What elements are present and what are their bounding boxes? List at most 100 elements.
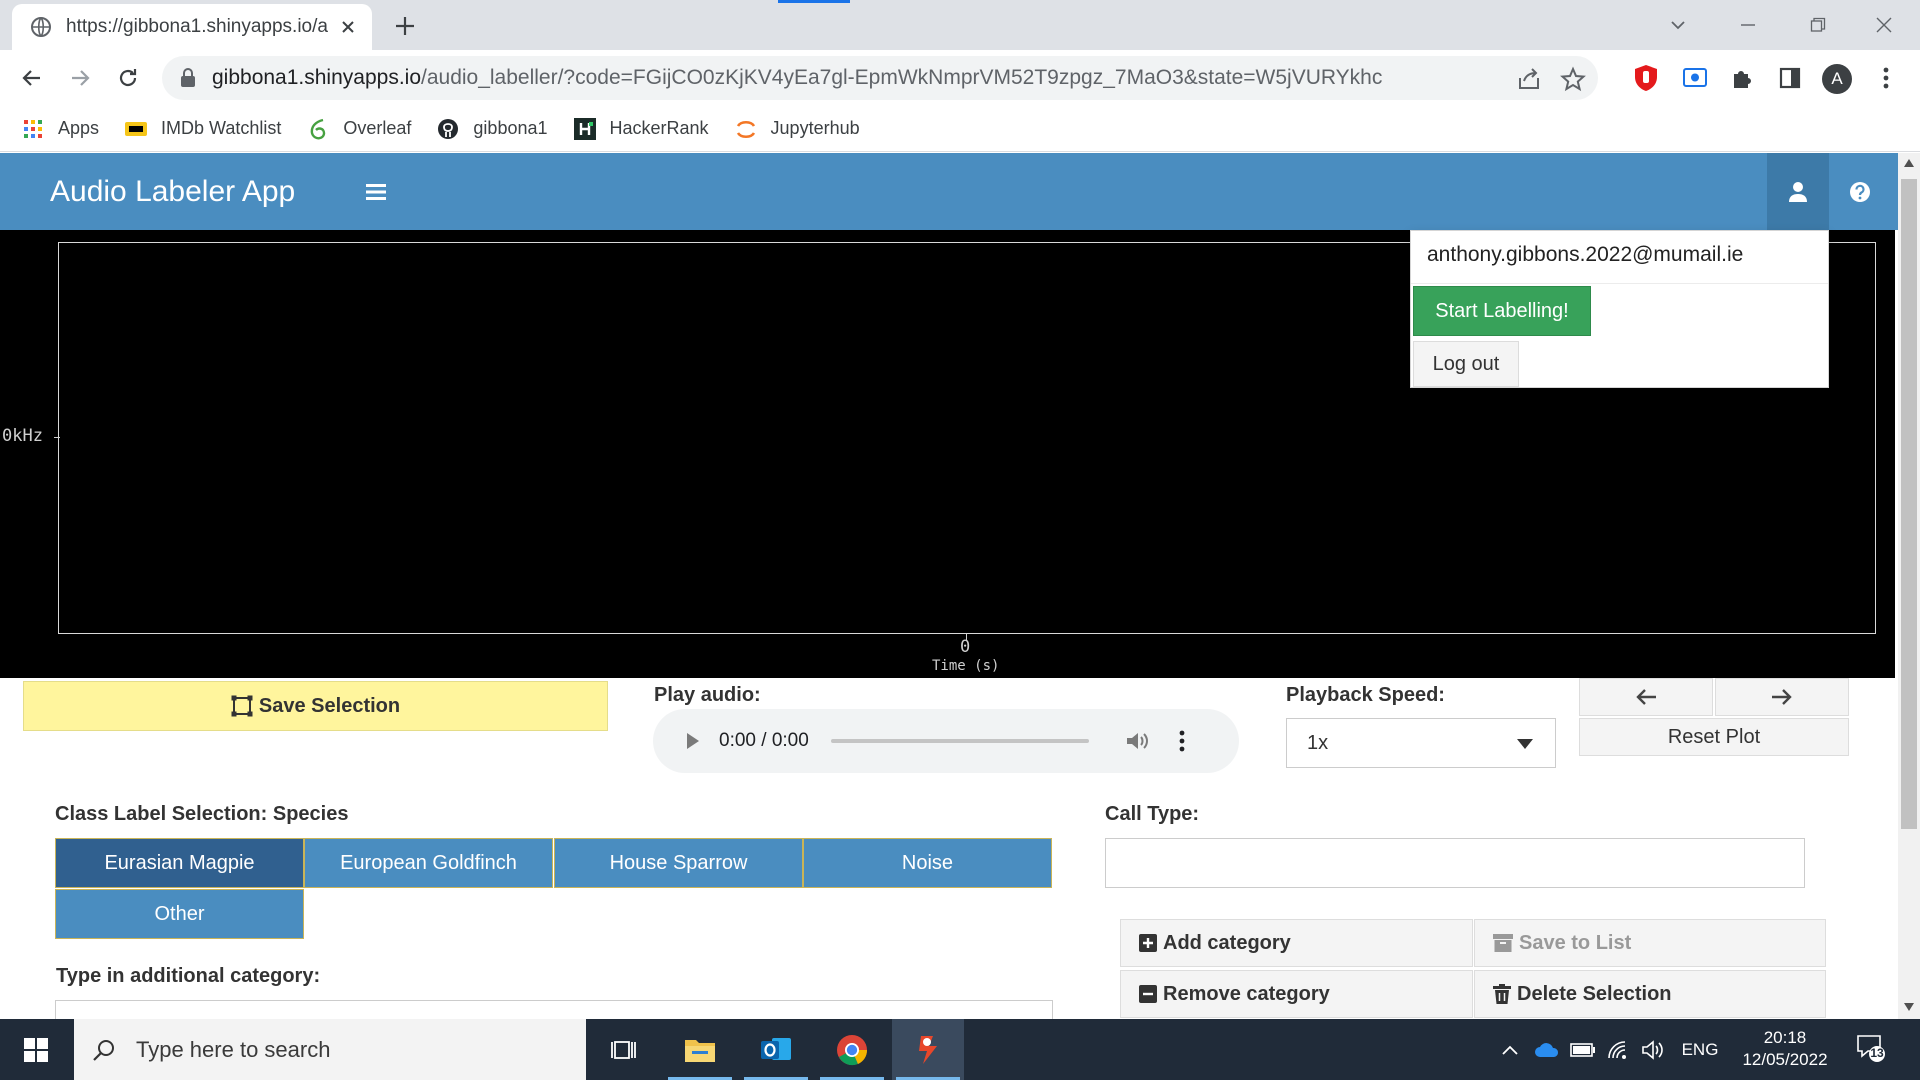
windows-start-icon[interactable]: [0, 1019, 72, 1080]
logout-button[interactable]: Log out: [1413, 341, 1519, 387]
audio-player: 0:00 / 0:00: [653, 709, 1239, 773]
plus-square-icon: [1139, 934, 1163, 952]
species-button-other[interactable]: Other: [55, 889, 304, 939]
bookmark-overleaf[interactable]: Overleaf: [307, 118, 411, 140]
file-explorer-icon[interactable]: [664, 1019, 736, 1080]
help-button[interactable]: [1829, 153, 1891, 230]
screen-capture-extension-icon[interactable]: [1679, 62, 1711, 94]
minimize-icon[interactable]: [1733, 10, 1763, 40]
profile-avatar[interactable]: A: [1822, 64, 1852, 94]
bookmark-hackerrank[interactable]: HackerRank: [573, 117, 709, 140]
bookmark-apps[interactable]: Apps: [22, 118, 99, 140]
browser-menu-icon[interactable]: [1870, 62, 1902, 94]
scroll-down-icon[interactable]: [1904, 1003, 1914, 1011]
wifi-icon[interactable]: [1604, 1019, 1634, 1080]
share-icon[interactable]: [1516, 66, 1542, 92]
scroll-up-icon[interactable]: [1904, 159, 1914, 167]
volume-tray-icon[interactable]: [1638, 1019, 1668, 1080]
additional-category-label: Type in additional category:: [56, 965, 321, 987]
species-button-european-goldfinch[interactable]: European Goldfinch: [304, 838, 553, 888]
arrow-left-icon: [1635, 688, 1657, 706]
y-axis-tick-label: 0kHz: [2, 426, 43, 446]
language-indicator[interactable]: ENG: [1676, 1019, 1724, 1080]
bookmark-label: gibbona1: [473, 118, 548, 138]
remove-category-button[interactable]: Remove category: [1120, 970, 1473, 1018]
question-circle-icon: [1849, 181, 1871, 203]
bookmark-github[interactable]: gibbona1: [437, 118, 548, 140]
page-scrollbar[interactable]: [1898, 153, 1920, 1019]
reload-icon[interactable]: [112, 62, 144, 94]
species-button-noise[interactable]: Noise: [803, 838, 1052, 888]
bookmark-imdb[interactable]: IMDb Watchlist: [125, 118, 281, 140]
start-labelling-button[interactable]: Start Labelling!: [1413, 286, 1591, 336]
user-menu-button[interactable]: [1767, 153, 1829, 230]
play-icon[interactable]: [685, 731, 701, 751]
taskbar-search-placeholder: Type here to search: [136, 1036, 331, 1062]
audio-progress-slider[interactable]: [830, 739, 1089, 743]
forward-arrow-icon[interactable]: [64, 62, 96, 94]
clock-time: 20:18: [1763, 1028, 1807, 1047]
previous-button[interactable]: [1579, 678, 1713, 716]
save-selection-label: Save Selection: [258, 694, 401, 717]
next-button[interactable]: [1715, 678, 1849, 716]
taskbar-search-box[interactable]: Type here to search: [74, 1019, 586, 1080]
dropdown-divider: [1411, 283, 1828, 284]
species-button-eurasian-magpie[interactable]: Eurasian Magpie: [55, 838, 304, 888]
audio-more-options-icon[interactable]: [1179, 730, 1185, 752]
bookmark-jupyterhub[interactable]: Jupyterhub: [735, 118, 860, 140]
selection-square-icon: [231, 695, 259, 717]
browser-tab[interactable]: https://gibbona1.shinyapps.io/au: [12, 4, 372, 50]
windows-taskbar: Type here to search ENG 20:18 12/05/2022…: [0, 1019, 1920, 1080]
audio-time: 0:00 / 0:00: [719, 730, 809, 751]
archive-icon: [1493, 934, 1519, 952]
user-icon: [1788, 181, 1808, 203]
extensions-puzzle-icon[interactable]: [1726, 62, 1758, 94]
app-navbar: Audio Labeler App: [0, 153, 1898, 230]
side-panel-icon[interactable]: [1774, 62, 1806, 94]
task-view-icon[interactable]: [588, 1019, 660, 1080]
bookmark-label: Jupyterhub: [770, 118, 860, 138]
add-category-label: Add category: [1163, 931, 1291, 954]
url-path: /audio_labeller/?code=FGijCO0zKjKV4yEa7g…: [421, 66, 1383, 89]
lock-icon: [180, 68, 196, 88]
show-hidden-icons-chevron-icon[interactable]: [1496, 1019, 1524, 1080]
bookmark-star-icon[interactable]: [1560, 66, 1586, 92]
app-window-icon[interactable]: [892, 1019, 964, 1080]
call-type-input[interactable]: [1105, 838, 1805, 888]
caret-down-icon: [1517, 739, 1533, 749]
save-to-list-button[interactable]: Save to List: [1474, 919, 1826, 967]
save-selection-button[interactable]: Save Selection: [23, 681, 608, 731]
new-tab-icon[interactable]: [392, 13, 418, 39]
sidebar-toggle-icon[interactable]: [345, 153, 407, 230]
outlook-icon[interactable]: [740, 1019, 812, 1080]
taskbar-clock[interactable]: 20:18 12/05/2022: [1730, 1027, 1840, 1071]
tab-search-chevron-icon[interactable]: [1663, 10, 1693, 40]
playback-speed-label: Playback Speed:: [1286, 684, 1445, 706]
volume-icon[interactable]: [1125, 730, 1149, 752]
x-axis-label: Time (s): [932, 658, 1000, 674]
species-button-house-sparrow[interactable]: House Sparrow: [554, 838, 803, 888]
bookmark-label: HackerRank: [609, 118, 709, 138]
delete-selection-button[interactable]: Delete Selection: [1474, 970, 1826, 1018]
user-dropdown-menu: anthony.gibbons.2022@mumail.ie Start Lab…: [1410, 230, 1829, 388]
additional-category-input[interactable]: [55, 1000, 1053, 1019]
github-icon: [437, 118, 459, 140]
playback-speed-select[interactable]: 1x: [1286, 718, 1556, 768]
close-window-icon[interactable]: [1869, 10, 1899, 40]
battery-icon[interactable]: [1568, 1019, 1598, 1080]
scrollbar-thumb[interactable]: [1901, 179, 1917, 829]
back-arrow-icon[interactable]: [16, 62, 48, 94]
restore-icon[interactable]: [1803, 10, 1833, 40]
apps-grid-icon: [22, 118, 44, 140]
chrome-icon[interactable]: [816, 1019, 888, 1080]
notifications-icon[interactable]: 13: [1856, 1033, 1886, 1063]
onedrive-icon[interactable]: [1532, 1019, 1562, 1080]
ublock-extension-icon[interactable]: [1630, 62, 1662, 94]
add-category-button[interactable]: Add category: [1120, 919, 1473, 967]
tab-title: https://gibbona1.shinyapps.io/au: [66, 16, 328, 37]
close-tab-icon[interactable]: [338, 17, 358, 37]
save-to-list-label: Save to List: [1519, 931, 1632, 954]
bookmarks-bar: Apps IMDb Watchlist Overleaf gibbona1 Ha…: [0, 106, 1920, 152]
reset-plot-button[interactable]: Reset Plot: [1579, 718, 1849, 756]
address-bar[interactable]: gibbona1.shinyapps.io/audio_labeller/?co…: [162, 56, 1598, 100]
